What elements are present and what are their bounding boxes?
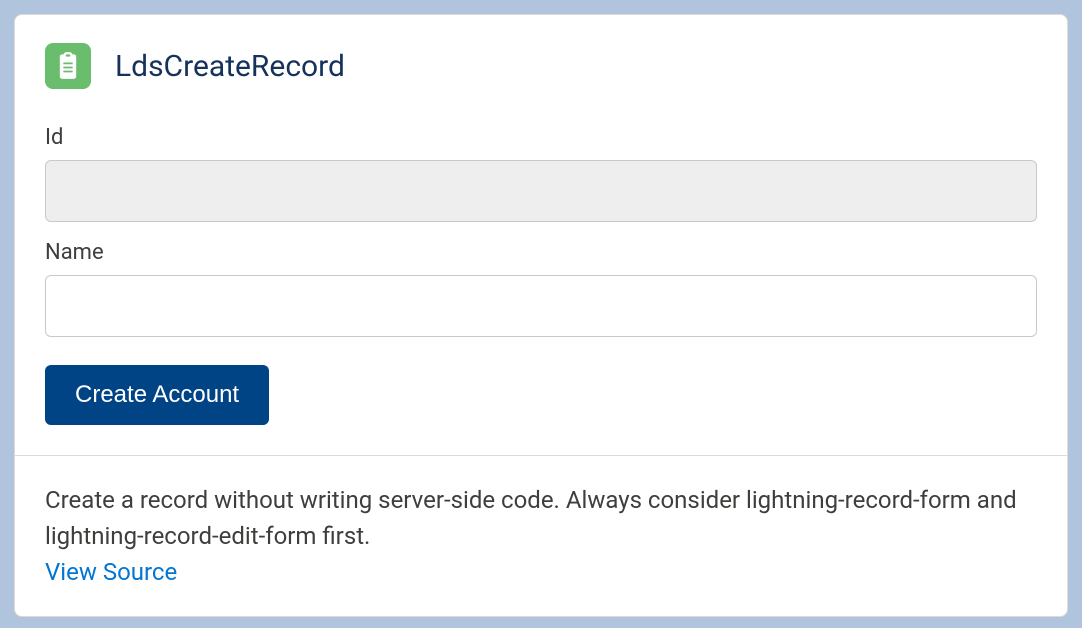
id-input [45,160,1037,222]
card-footer: Create a record without writing server-s… [15,455,1067,616]
name-input[interactable] [45,275,1037,337]
name-field-group: Name [45,240,1037,337]
card: LdsCreateRecord Id Name Create Account C… [14,14,1068,617]
view-source-link[interactable]: View Source [45,558,177,586]
id-label: Id [45,125,1037,150]
create-account-button[interactable]: Create Account [45,365,269,425]
id-field-group: Id [45,125,1037,222]
card-body: LdsCreateRecord Id Name Create Account [15,15,1067,455]
page-title: LdsCreateRecord [115,49,345,84]
footer-description: Create a record without writing server-s… [45,482,1037,554]
name-label: Name [45,240,1037,265]
card-header: LdsCreateRecord [45,43,1037,89]
clipboard-icon [45,43,91,89]
